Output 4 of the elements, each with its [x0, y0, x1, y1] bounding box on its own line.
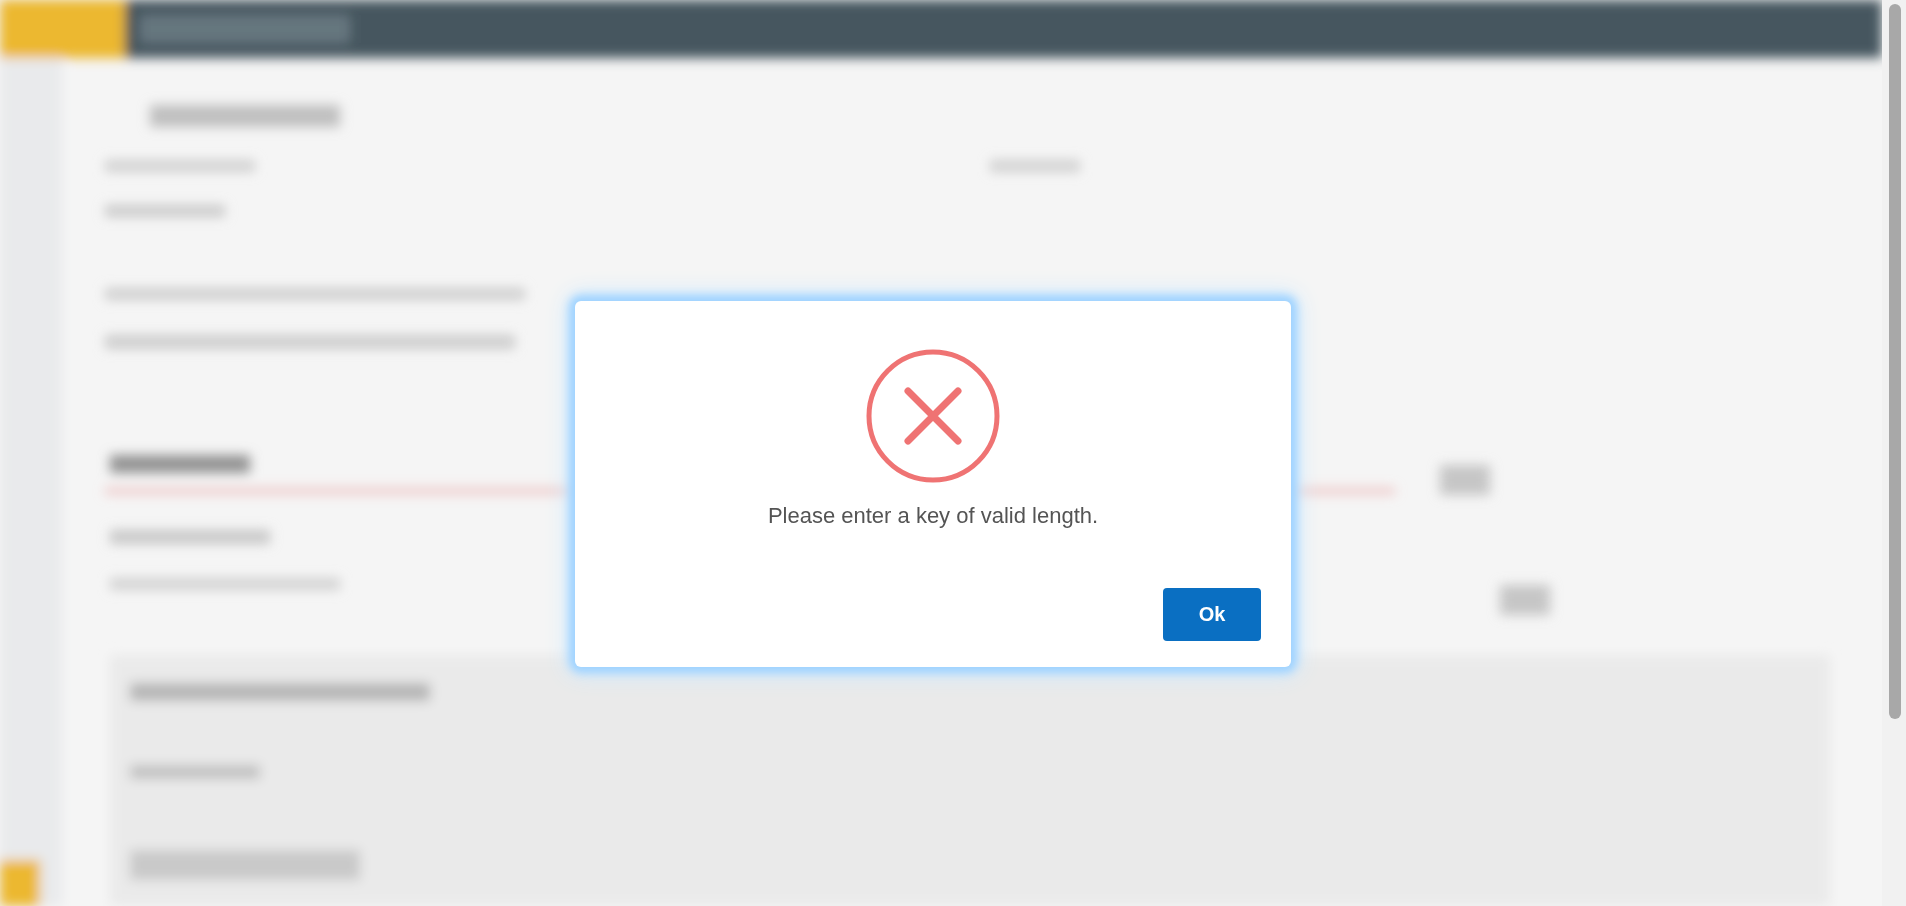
error-cross-icon [866, 349, 1000, 483]
scrollbar[interactable] [1882, 0, 1906, 906]
ok-button[interactable]: Ok [1163, 588, 1261, 641]
error-message: Please enter a key of valid length. [767, 503, 1099, 529]
